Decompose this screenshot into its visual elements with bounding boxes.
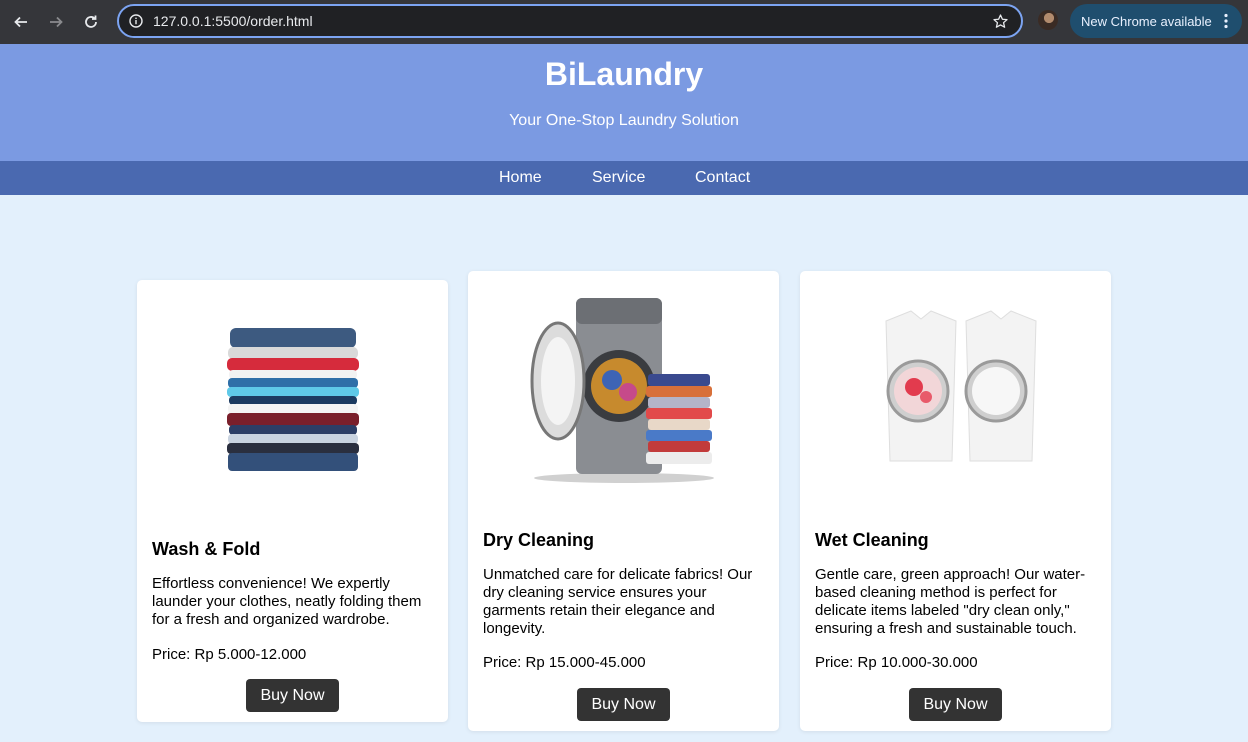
forward-arrow-icon	[50, 16, 63, 28]
card-price: Price: Rp 10.000-30.000	[815, 654, 978, 671]
back-button[interactable]	[9, 10, 33, 34]
site-title: BiLaundry	[544, 56, 704, 92]
card-price: Price: Rp 5.000-12.000	[152, 646, 307, 663]
nav-link-home[interactable]: Home	[499, 169, 542, 187]
card-description: Effortless convenience! We expertly laun…	[152, 575, 422, 628]
nav-link-contact[interactable]: Contact	[695, 169, 750, 187]
site-header: BiLaundry Your One-Stop Laundry Solution	[0, 44, 1248, 161]
washing-machine-icon	[530, 298, 714, 483]
card-title: Wet Cleaning	[815, 530, 929, 550]
kebab-menu-icon	[1224, 13, 1228, 29]
update-chrome-button[interactable]: New Chrome available	[1070, 4, 1242, 38]
service-card-dry-cleaning: Dry Cleaning Unmatched care for delicate…	[468, 271, 779, 731]
card-description: Gentle care, green approach! Our water-b…	[815, 566, 1086, 637]
buy-now-button[interactable]: Buy Now	[246, 679, 339, 712]
url-text: 127.0.0.1:5500/order.html	[153, 13, 313, 29]
shirts-image	[800, 276, 1111, 496]
update-chrome-label: New Chrome available	[1081, 13, 1212, 29]
info-icon[interactable]	[129, 14, 143, 28]
folded-clothes-image	[137, 290, 448, 510]
card-price: Price: Rp 15.000-45.000	[483, 654, 646, 671]
buy-now-button[interactable]: Buy Now	[577, 688, 670, 721]
bookmark-star-icon[interactable]	[992, 13, 1009, 30]
site-tagline: Your One-Stop Laundry Solution	[509, 112, 739, 129]
browser-toolbar: 127.0.0.1:5500/order.html New Chrome ava…	[0, 0, 1248, 44]
forward-button[interactable]	[44, 10, 68, 34]
card-title: Dry Cleaning	[483, 530, 595, 550]
back-arrow-icon	[14, 16, 27, 28]
washing-machine-image	[468, 276, 779, 496]
reload-icon	[85, 15, 97, 28]
buy-now-button[interactable]: Buy Now	[909, 688, 1002, 721]
reload-button[interactable]	[79, 10, 103, 34]
service-card-wash-fold: Wash & Fold Effortless convenience! We e…	[137, 280, 448, 722]
folded-clothes-icon	[226, 328, 359, 471]
profile-avatar[interactable]	[1038, 10, 1058, 30]
card-title: Wash & Fold	[152, 539, 261, 559]
card-description: Unmatched care for delicate fabrics! Our…	[483, 566, 753, 637]
address-bar[interactable]: 127.0.0.1:5500/order.html	[117, 4, 1023, 38]
main-nav: Home Service Contact	[0, 161, 1248, 195]
service-card-wet-cleaning: Wet Cleaning Gentle care, green approach…	[800, 271, 1111, 731]
nav-link-service[interactable]: Service	[592, 169, 645, 187]
clean-shirts-icon	[884, 310, 1037, 462]
